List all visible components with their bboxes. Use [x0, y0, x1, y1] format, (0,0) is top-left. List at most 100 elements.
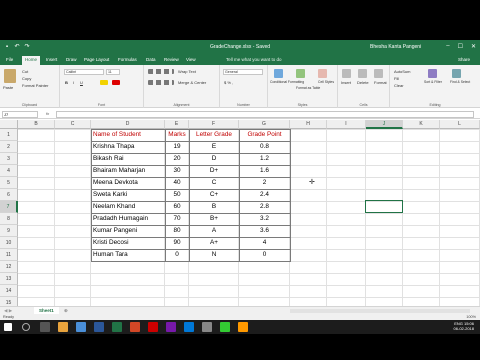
table-cell[interactable]: Krishna Thapa — [91, 141, 165, 153]
search-icon[interactable] — [22, 323, 30, 331]
column-header-L[interactable]: L — [440, 120, 480, 129]
tab-insert[interactable]: Insert — [46, 57, 57, 62]
table-cell[interactable]: 0 — [165, 249, 189, 261]
column-header-C[interactable]: C — [55, 120, 91, 129]
sort-filter-button[interactable]: Sort & Filter — [424, 80, 442, 84]
table-cell[interactable]: 20 — [165, 153, 189, 165]
table-cell[interactable]: 30 — [165, 165, 189, 177]
row-header-1[interactable]: 1 — [0, 129, 18, 141]
table-cell[interactable]: 2.8 — [239, 201, 290, 213]
bold-button[interactable]: B — [65, 80, 68, 85]
format-painter-button[interactable]: Format Painter — [22, 83, 48, 88]
format-table-icon[interactable] — [296, 69, 305, 78]
minimize-button[interactable]: – — [446, 43, 449, 50]
fx-icon[interactable]: fx — [46, 111, 49, 116]
explorer-icon[interactable] — [58, 322, 68, 332]
indent-icons[interactable] — [148, 80, 174, 85]
column-header-J[interactable]: J — [366, 120, 403, 129]
insert-cells-icon[interactable] — [342, 69, 351, 78]
row-header-7[interactable]: 7 — [0, 201, 18, 213]
cell-styles-icon[interactable] — [318, 69, 327, 78]
add-sheet-button[interactable]: ⊕ — [64, 307, 68, 314]
tab-review[interactable]: Review — [164, 57, 179, 62]
format-table-button[interactable]: Format as Table — [296, 86, 320, 90]
table-cell[interactable]: D+ — [189, 165, 239, 177]
table-cell[interactable]: 0 — [239, 249, 290, 261]
table-cell[interactable]: Meena Devkota — [91, 177, 165, 189]
task-view-icon[interactable] — [40, 322, 50, 332]
row-header-14[interactable]: 14 — [0, 285, 18, 297]
table-header-cell[interactable]: Name of Student — [91, 129, 165, 141]
worksheet-grid[interactable]: BCDEFGHIJKL 1 2 3 4 5 6 7 8 9 10 11 12 13 14 15 Name o… — [0, 120, 480, 306]
tab-draw[interactable]: Draw — [66, 57, 77, 62]
undo-icon[interactable]: ↶ — [14, 44, 20, 50]
column-header-E[interactable]: E — [165, 120, 189, 129]
table-cell[interactable]: 50 — [165, 189, 189, 201]
row-header-10[interactable]: 10 — [0, 237, 18, 249]
tab-view[interactable]: View — [186, 57, 196, 62]
autosum-button[interactable]: AutoSum — [394, 69, 410, 74]
app-green-icon[interactable] — [220, 322, 230, 332]
row-header-6[interactable]: 6 — [0, 189, 18, 201]
close-button[interactable]: ✕ — [471, 43, 476, 50]
clear-button[interactable]: Clear — [394, 83, 404, 88]
save-icon[interactable]: ▪ — [4, 44, 10, 50]
word-icon[interactable] — [94, 322, 104, 332]
table-cell[interactable]: 80 — [165, 225, 189, 237]
row-header-13[interactable]: 13 — [0, 273, 18, 285]
table-cell[interactable]: Pradadh Humagain — [91, 213, 165, 225]
table-cell[interactable]: 2.4 — [239, 189, 290, 201]
table-cell[interactable]: B+ — [189, 213, 239, 225]
table-cell[interactable]: 4 — [239, 237, 290, 249]
find-select-button[interactable]: Find & Select — [450, 80, 470, 84]
table-cell[interactable]: Kristi Decosi — [91, 237, 165, 249]
table-cell[interactable]: 70 — [165, 213, 189, 225]
table-cell[interactable]: 1.6 — [239, 165, 290, 177]
column-header-B[interactable]: B — [18, 120, 55, 129]
browser-icon[interactable] — [76, 322, 86, 332]
table-cell[interactable]: B — [189, 201, 239, 213]
table-cell[interactable]: 90 — [165, 237, 189, 249]
underline-button[interactable]: U — [80, 80, 83, 85]
row-header-11[interactable]: 11 — [0, 249, 18, 261]
conditional-formatting-button[interactable]: Conditional Formatting — [270, 80, 304, 84]
column-header-H[interactable]: H — [290, 120, 327, 129]
table-cell[interactable]: Bhairam Maharjan — [91, 165, 165, 177]
delete-cells-button[interactable]: Delete — [357, 80, 369, 85]
horizontal-scrollbar[interactable] — [290, 309, 470, 313]
select-all-corner[interactable] — [0, 120, 18, 129]
table-cell[interactable]: 40 — [165, 177, 189, 189]
table-cell[interactable]: Human Tara — [91, 249, 165, 261]
column-header-D[interactable]: D — [91, 120, 165, 129]
font-name-select[interactable]: Calibri — [64, 69, 104, 75]
table-cell[interactable]: A — [189, 225, 239, 237]
paste-label[interactable]: Paste — [3, 85, 13, 90]
active-cell-J7[interactable] — [365, 200, 403, 213]
maximize-button[interactable]: ☐ — [458, 43, 463, 50]
paste-icon[interactable] — [4, 69, 16, 83]
table-cell[interactable]: Sweta Karki — [91, 189, 165, 201]
tab-formulas[interactable]: Formulas — [118, 57, 137, 62]
fill-color-icon[interactable] — [100, 80, 108, 85]
table-cell[interactable]: 19 — [165, 141, 189, 153]
tab-data[interactable]: Data — [146, 57, 156, 62]
sort-filter-icon[interactable] — [428, 69, 437, 78]
table-cell[interactable]: 3.6 — [239, 225, 290, 237]
table-header-cell[interactable]: Letter Grade — [189, 129, 239, 141]
store-icon[interactable] — [184, 322, 194, 332]
windows-start-icon[interactable] — [4, 323, 12, 331]
table-header-cell[interactable]: Marks — [165, 129, 189, 141]
media-icon[interactable] — [148, 322, 158, 332]
column-header-G[interactable]: G — [239, 120, 290, 129]
formula-input[interactable] — [56, 111, 474, 118]
column-header-F[interactable]: F — [189, 120, 239, 129]
row-header-3[interactable]: 3 — [0, 153, 18, 165]
align-icons[interactable] — [148, 69, 174, 74]
cut-button[interactable]: Cut — [22, 69, 28, 74]
tell-me-search[interactable]: Tell me what you want to do — [226, 57, 282, 62]
user-name[interactable]: Bhesha Kanta Pangeni — [370, 44, 421, 50]
tab-home[interactable]: Home — [22, 56, 41, 65]
table-cell[interactable]: D — [189, 153, 239, 165]
app-orange-icon[interactable] — [238, 322, 248, 332]
onenote-icon[interactable] — [166, 322, 176, 332]
